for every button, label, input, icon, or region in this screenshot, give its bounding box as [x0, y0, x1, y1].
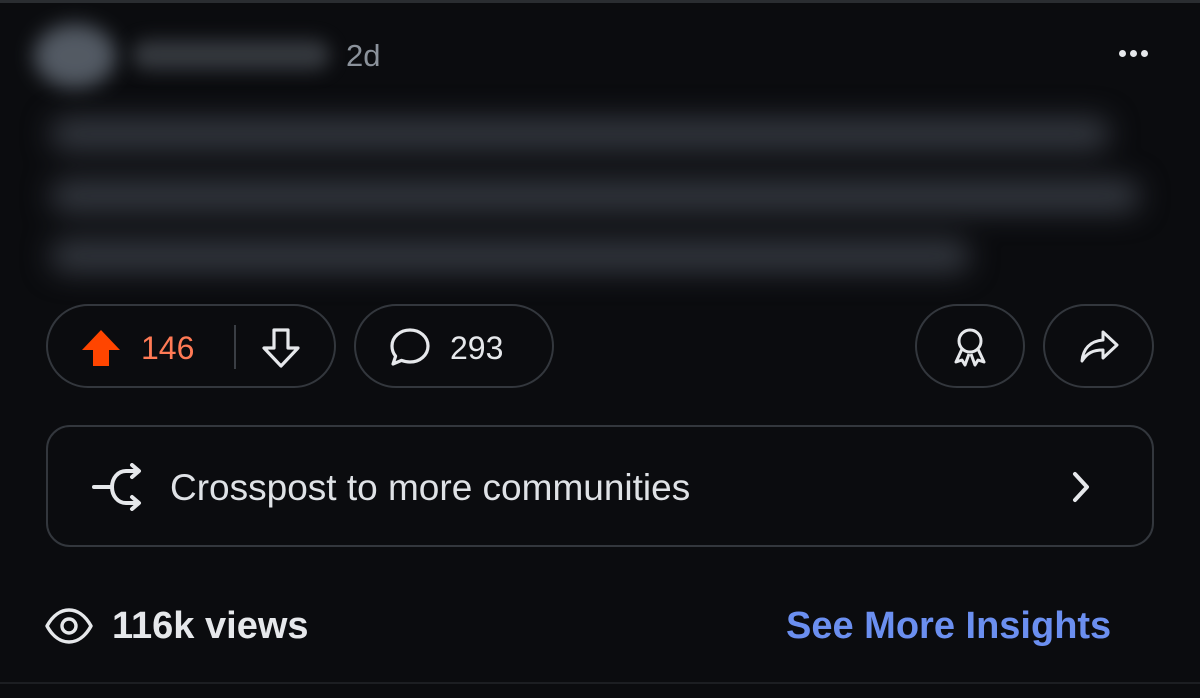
post-timestamp: 2d	[346, 38, 381, 73]
comment-count: 293	[450, 330, 504, 366]
crosspost-split-arrow-icon	[92, 463, 141, 511]
bottom-divider	[0, 682, 1200, 684]
upvote-button[interactable]	[78, 328, 124, 368]
downvote-button[interactable]	[259, 326, 303, 370]
award-button[interactable]	[915, 304, 1025, 388]
share-button[interactable]	[1043, 304, 1154, 388]
comments-button[interactable]: 293	[354, 304, 554, 388]
views-count: 116k views	[112, 605, 309, 647]
crosspost-label: Crosspost to more communities	[170, 467, 691, 508]
more-horizontal-icon	[1118, 49, 1126, 57]
vote-divider	[234, 325, 236, 369]
share-arrow-icon	[1080, 330, 1118, 363]
username-redacted[interactable]	[132, 40, 330, 70]
more-options-button[interactable]	[1108, 38, 1158, 68]
eye-icon	[45, 608, 93, 644]
downvote-arrow-icon	[262, 328, 300, 368]
avatar[interactable]	[34, 24, 116, 88]
see-more-insights-link[interactable]: See More Insights	[786, 603, 1111, 649]
vote-control: 146	[46, 304, 336, 388]
crosspost-button[interactable]: Crosspost to more communities	[46, 425, 1154, 547]
more-dot	[1129, 49, 1137, 57]
post-body-redacted	[40, 100, 1150, 290]
speech-bubble-icon	[390, 328, 430, 366]
award-ribbon-icon	[954, 328, 986, 367]
more-dot	[1140, 49, 1148, 57]
upvote-arrow-icon	[82, 330, 120, 366]
top-divider	[0, 0, 1200, 3]
chevron-right-icon	[1073, 472, 1089, 502]
vote-score: 146	[141, 330, 195, 366]
